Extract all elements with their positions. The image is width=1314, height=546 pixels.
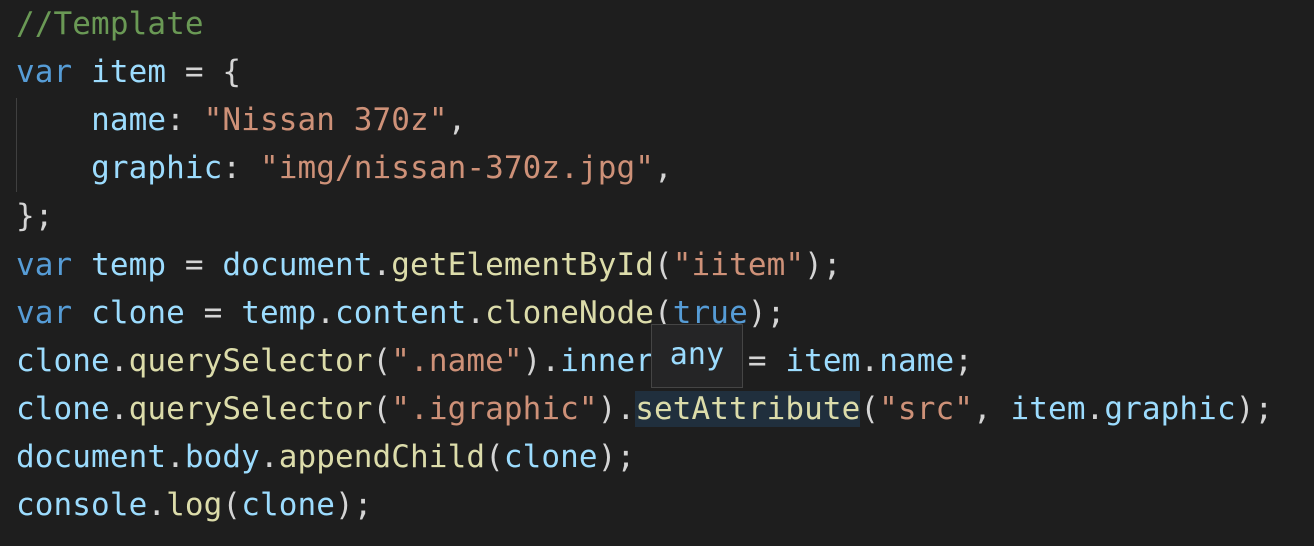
code-token: "src" bbox=[879, 391, 973, 427]
code-token: , bbox=[973, 391, 1011, 427]
code-token: cloneNode bbox=[485, 295, 655, 331]
code-token: ; bbox=[954, 343, 974, 379]
code-token: = { bbox=[166, 54, 242, 90]
code-line-6[interactable]: var temp = document.getElementById("iite… bbox=[16, 241, 842, 289]
code-line-1[interactable]: //Template bbox=[16, 0, 204, 48]
code-token: ( bbox=[860, 391, 880, 427]
code-token: name bbox=[879, 343, 955, 379]
code-token: . bbox=[316, 295, 336, 331]
code-token: getElementById bbox=[391, 247, 654, 283]
code-token: //Template bbox=[16, 6, 204, 42]
code-token: content bbox=[335, 295, 467, 331]
code-token: temp bbox=[241, 295, 317, 331]
code-token: log bbox=[166, 487, 223, 523]
code-line-11[interactable]: console.log(clone); bbox=[16, 481, 373, 529]
code-line-3[interactable]: name: "Nissan 370z", bbox=[16, 96, 466, 144]
code-token: ( bbox=[372, 343, 392, 379]
code-token: . bbox=[259, 439, 279, 475]
code-token: item bbox=[1010, 391, 1086, 427]
code-editor[interactable]: //Template var item = { name: "Nissan 37… bbox=[0, 0, 1314, 546]
code-token: "iitem" bbox=[672, 247, 805, 283]
code-token: }; bbox=[16, 198, 54, 234]
code-token: name bbox=[91, 102, 167, 138]
hover-type-tooltip: any bbox=[651, 324, 743, 388]
code-token: clone bbox=[503, 439, 598, 475]
code-token: var bbox=[16, 295, 73, 331]
code-token: . bbox=[860, 343, 880, 379]
code-token: ( bbox=[654, 247, 673, 283]
code-token: ( bbox=[372, 391, 392, 427]
code-token: setAttribute bbox=[635, 391, 861, 427]
code-token: item bbox=[785, 343, 861, 379]
code-token: ".name" bbox=[391, 343, 523, 379]
code-line-8[interactable]: clone.querySelector(".name").innerHTML =… bbox=[16, 337, 973, 385]
code-token: ); bbox=[804, 247, 842, 283]
code-token: temp bbox=[91, 247, 167, 283]
code-token: querySelector bbox=[128, 343, 373, 379]
code-token: , bbox=[654, 150, 673, 186]
tooltip-text: any bbox=[669, 337, 725, 372]
code-token: clone bbox=[16, 343, 110, 379]
code-token: , bbox=[447, 102, 467, 138]
code-line-10[interactable]: document.body.appendChild(clone); bbox=[16, 433, 635, 481]
code-token: console bbox=[16, 487, 148, 523]
code-token: . bbox=[372, 247, 392, 283]
code-line-2[interactable]: var item = { bbox=[16, 48, 241, 96]
code-token: ). bbox=[597, 391, 636, 427]
code-token: "Nissan 370z" bbox=[203, 102, 448, 138]
code-token: "img/nissan-370z.jpg" bbox=[259, 150, 654, 186]
code-token: var bbox=[16, 54, 73, 90]
code-token: ( bbox=[485, 439, 504, 475]
code-token: = bbox=[166, 247, 223, 283]
code-token: ".igraphic" bbox=[391, 391, 598, 427]
code-token: clone bbox=[91, 295, 185, 331]
code-token: graphic bbox=[1104, 391, 1236, 427]
code-token: document bbox=[222, 247, 373, 283]
code-token: ). bbox=[522, 343, 561, 379]
code-token: . bbox=[1085, 391, 1105, 427]
code-token: appendChild bbox=[278, 439, 486, 475]
code-token: ); bbox=[1235, 391, 1274, 427]
code-token: ); bbox=[597, 439, 636, 475]
code-token: . bbox=[466, 295, 486, 331]
code-token: . bbox=[109, 391, 129, 427]
code-line-5[interactable]: }; bbox=[16, 192, 54, 240]
code-token: ( bbox=[222, 487, 242, 523]
code-token: . bbox=[166, 439, 185, 475]
code-line-4[interactable]: graphic: "img/nissan-370z.jpg", bbox=[16, 144, 673, 192]
code-token: ); bbox=[747, 295, 786, 331]
code-token: item bbox=[91, 54, 167, 90]
code-token: clone bbox=[16, 391, 110, 427]
code-token: . bbox=[147, 487, 167, 523]
code-token: var bbox=[16, 247, 73, 283]
code-token: clone bbox=[241, 487, 336, 523]
code-token: querySelector bbox=[128, 391, 373, 427]
code-token: = bbox=[184, 295, 242, 331]
code-token: : bbox=[222, 150, 260, 186]
code-token: : bbox=[166, 102, 204, 138]
code-token: document bbox=[16, 439, 167, 475]
code-token: . bbox=[109, 343, 129, 379]
code-token: ); bbox=[335, 487, 373, 523]
code-token: body bbox=[184, 439, 260, 475]
code-token: graphic bbox=[91, 150, 223, 186]
code-line-9[interactable]: clone.querySelector(".igraphic").setAttr… bbox=[16, 385, 1273, 433]
